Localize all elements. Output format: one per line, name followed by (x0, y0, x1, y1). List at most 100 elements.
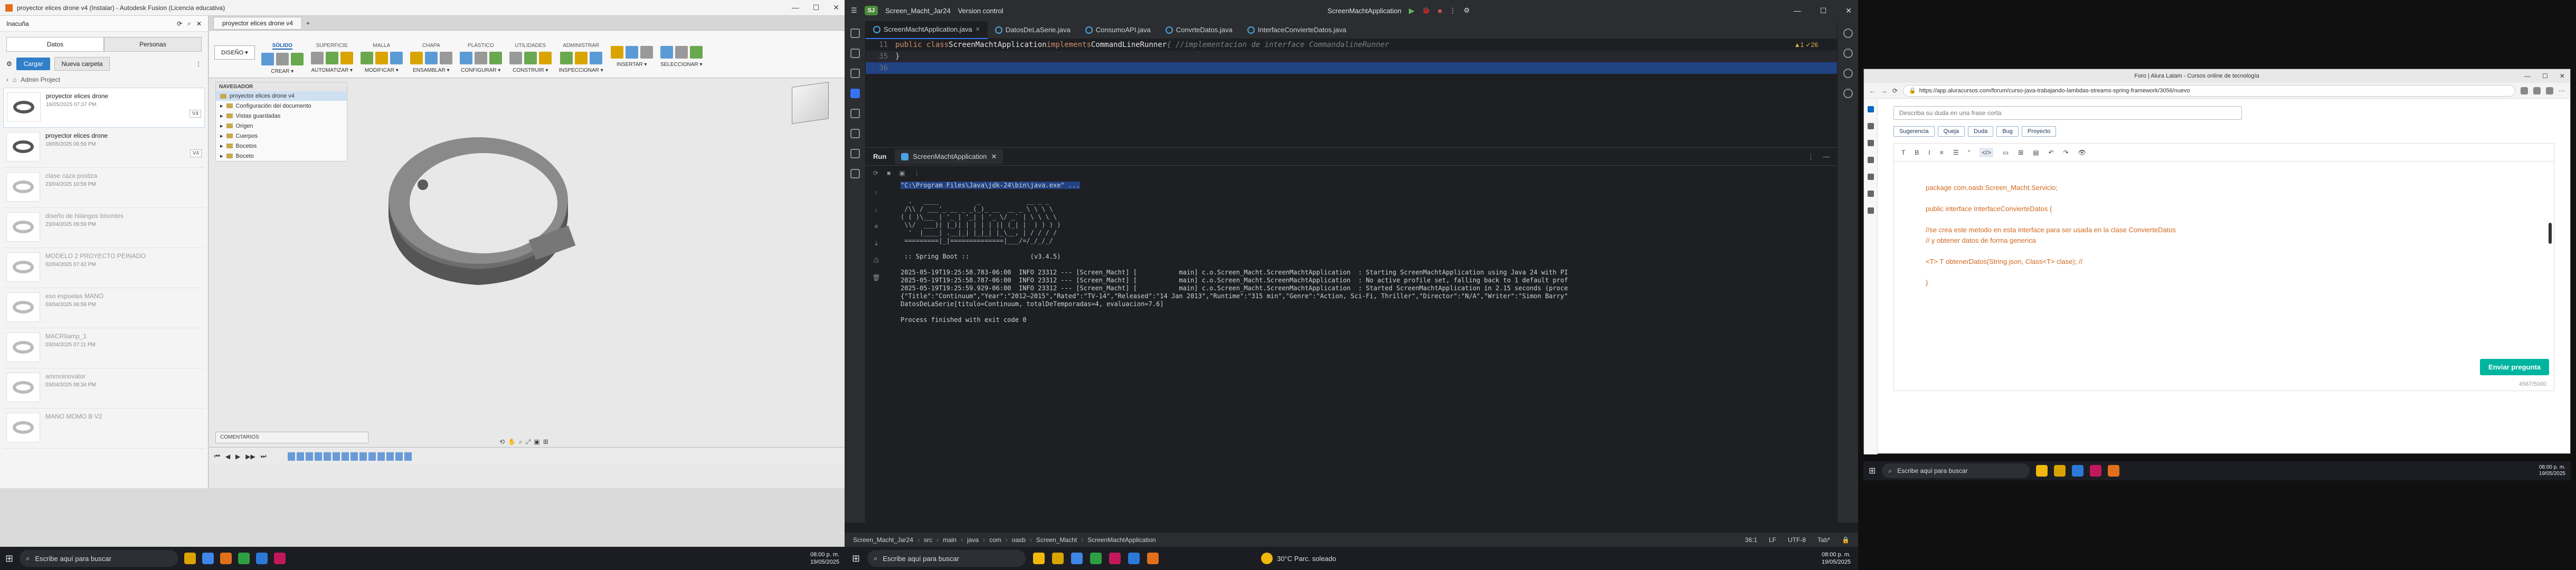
vscode-icon[interactable] (202, 553, 214, 564)
windows-start-icon[interactable]: ⊞ (852, 553, 860, 564)
new-folder-button[interactable]: Nueva carpeta (54, 57, 110, 71)
timeline-feature-icon[interactable] (314, 452, 322, 461)
run-config-selector[interactable]: ScreenMachtApplication (1328, 7, 1401, 15)
maximize-icon[interactable]: ☐ (1820, 6, 1827, 15)
file-list-item[interactable]: proyector elices drone 18/05/2025 07:37 P… (3, 88, 205, 128)
ribbon-tab[interactable]: MALLA (373, 43, 390, 49)
settings-icon[interactable]: ⚙ (6, 60, 12, 68)
ribbon-tool-icon[interactable] (538, 52, 552, 64)
ribbon-tool-icon[interactable] (509, 52, 522, 64)
close-icon[interactable]: ✕ (833, 3, 839, 12)
fit-icon[interactable]: ⤢ (526, 438, 531, 446)
file-version-badge[interactable]: V4 (190, 149, 202, 157)
console-output[interactable]: "C:\Program Files\Java\jdk-24\bin\java.e… (901, 182, 1821, 507)
document-tab[interactable]: proyector elices drone v4 (213, 16, 302, 30)
editor-toolbar-button[interactable]: B (1915, 149, 1919, 156)
timeline-feature-icon[interactable] (368, 452, 376, 461)
breadcrumb-item[interactable]: java (967, 536, 979, 544)
scroll-down-icon[interactable]: ↓ (875, 206, 878, 213)
restore-layout-icon[interactable]: ▣ (899, 169, 905, 177)
more-actions-icon[interactable]: ⋮ (1450, 6, 1456, 15)
timeline-feature-icon[interactable] (377, 452, 385, 461)
taskbar-clock[interactable]: 08:00 p. m. 19/05/2025 (2539, 464, 2565, 477)
ribbon-tab[interactable]: PLÁSTICO (468, 43, 494, 49)
file-explorer-icon[interactable] (1052, 553, 1064, 564)
add-sidebar-icon[interactable] (1867, 207, 1874, 214)
edge-icon[interactable] (2072, 465, 2084, 477)
run-icon[interactable]: ▶ (1409, 6, 1415, 15)
category-chip[interactable]: Queja (1937, 126, 1965, 137)
editor-toolbar-button[interactable]: </> (1980, 147, 1993, 157)
timeline-feature-icon[interactable] (359, 452, 367, 461)
editor-toolbar-button[interactable]: ▤ (2033, 149, 2039, 156)
maximize-icon[interactable]: ☐ (2542, 72, 2548, 80)
category-chip[interactable]: Bug (1996, 126, 2019, 137)
ribbon-tool-icon[interactable] (360, 52, 373, 64)
breadcrumb-item[interactable]: ScreenMachtApplication (1087, 536, 1156, 544)
ribbon-tool-icon[interactable] (675, 46, 688, 59)
more-icon[interactable]: ⋮ (195, 60, 202, 68)
expand-arrow-icon[interactable]: ▸ (220, 142, 223, 149)
timeline-feature-icon[interactable] (386, 452, 394, 461)
editor-scrollbar[interactable] (2549, 223, 2552, 244)
3d-model-ring[interactable] (373, 111, 584, 311)
ribbon-tool-icon[interactable] (589, 52, 602, 64)
games-icon[interactable] (1867, 157, 1874, 163)
ribbon-tool-icon[interactable] (310, 52, 324, 64)
favorites-icon[interactable] (2533, 87, 2541, 94)
maximize-icon[interactable]: ☐ (813, 3, 820, 12)
ribbon-tab[interactable]: SUPERFICIE (316, 43, 348, 49)
editor-toolbar-button[interactable]: ↷ (2063, 149, 2069, 156)
ribbon-group-label[interactable]: MODIFICAR ▾ (365, 68, 399, 73)
ribbon-tool-icon[interactable] (290, 53, 304, 65)
file-list-item[interactable]: ammoinovator 03/04/2025 08:34 PM (3, 368, 205, 408)
address-bar[interactable]: 🔒 https://app.aluracursos.com/forum/curso… (1903, 84, 2515, 97)
tools-icon[interactable] (1867, 140, 1874, 146)
expand-arrow-icon[interactable]: ▸ (220, 132, 223, 139)
expand-arrow-icon[interactable]: ▸ (220, 153, 223, 159)
editor-toolbar-button[interactable]: T (1901, 149, 1905, 156)
breadcrumb-item[interactable]: oasb (1012, 536, 1026, 544)
search-sidebar-icon[interactable] (1867, 106, 1874, 112)
office-icon[interactable] (1867, 174, 1874, 180)
user-menu[interactable]: Inacuña (6, 20, 29, 27)
file-list-item[interactable]: MANO MOMO B V2 (3, 408, 205, 449)
category-chip[interactable]: Proyecto (2021, 126, 2057, 137)
tab-personas[interactable]: Personas (104, 37, 202, 52)
breadcrumb-project[interactable]: Admin Project (21, 76, 60, 83)
category-chip[interactable]: Sugerencia (1893, 126, 1935, 137)
database-icon[interactable] (1843, 49, 1853, 58)
whatsapp-icon[interactable] (238, 553, 250, 564)
ribbon-tool-icon[interactable] (390, 52, 403, 64)
file-version-badge[interactable]: V4 (189, 110, 201, 118)
breadcrumb-item[interactable]: Screen_Macht (1036, 536, 1077, 544)
ribbon-tool-icon[interactable] (660, 46, 673, 59)
breadcrumb-item[interactable]: Screen_Macht_Jar24 (853, 536, 913, 544)
timeline-feature-icon[interactable] (323, 452, 331, 461)
rerun-icon[interactable]: ⟳ (873, 169, 878, 177)
edge-icon[interactable] (1128, 553, 1140, 564)
hide-icon[interactable]: — (1823, 153, 1830, 161)
refresh-icon[interactable]: ⟳ (177, 20, 182, 27)
shopping-icon[interactable] (1867, 123, 1874, 129)
timeline-feature-icon[interactable] (341, 452, 349, 461)
taskbar-search[interactable]: ⌕ Escribe aquí para buscar (1882, 463, 2030, 478)
ribbon-tab[interactable]: SÓLIDO (272, 43, 292, 50)
editor-toolbar-button[interactable]: ☰ (1953, 149, 1959, 156)
browser-root[interactable]: proyector elices drone v4 (216, 91, 347, 101)
ribbon-tool-icon[interactable] (524, 52, 537, 64)
upload-button[interactable]: Cargar (16, 58, 51, 70)
code-editor[interactable]: 11 public class ScreenMachtApplication i… (866, 39, 1837, 147)
run-tool-icon[interactable] (850, 89, 860, 98)
debug-icon[interactable]: 🐞 (1422, 6, 1431, 15)
forward-icon[interactable]: → (1881, 87, 1887, 94)
print-icon[interactable]: ⎙ (874, 256, 879, 264)
breadcrumb-item[interactable]: com (989, 536, 1001, 544)
editor-tab[interactable]: ConsumoAPI.java (1078, 21, 1158, 39)
close-tab-icon[interactable]: ✕ (991, 153, 997, 161)
soft-wrap-icon[interactable]: ≡ (874, 223, 878, 230)
ribbon-group-label[interactable]: SELECCIONAR ▾ (660, 62, 702, 68)
back-icon[interactable]: ← (1869, 87, 1876, 94)
expand-arrow-icon[interactable]: ▸ (220, 112, 223, 119)
browser-node[interactable]: ▸ Boceto (216, 151, 347, 161)
